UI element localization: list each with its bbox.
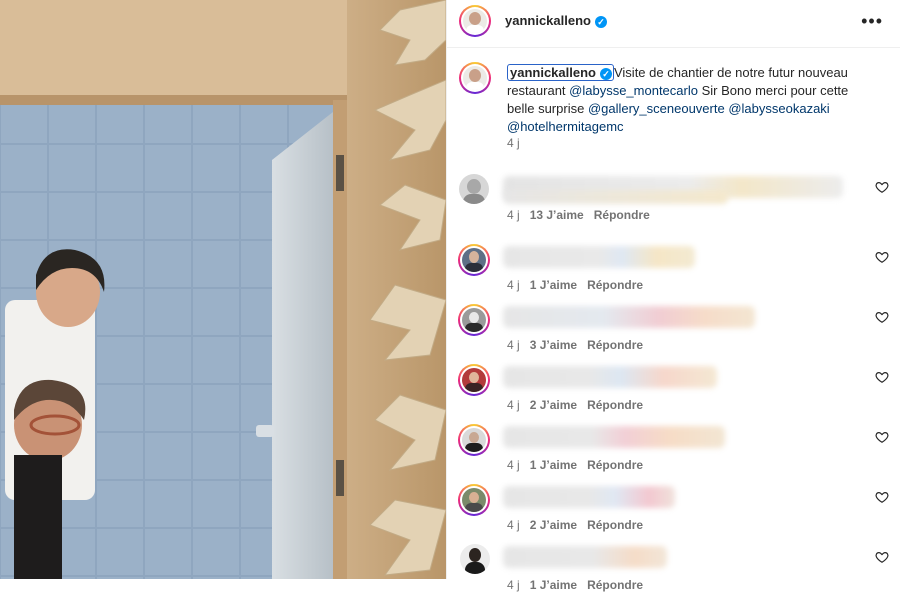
comment-item: 4 j 3 J’aime Répondre [447,304,900,364]
comment-avatar-photo [462,248,486,272]
mention-labysseokazaki[interactable]: @labysseokazaki [728,101,829,116]
comment-likes[interactable]: 1 J’aime [530,278,577,292]
comment-time: 4 j [507,208,520,222]
post-caption: yannickalleno ✓ Visite de chantier de notr… [507,64,867,136]
reply-button[interactable]: Répondre [587,398,643,412]
comment-text-blurred [503,306,755,328]
comment-time: 4 j [507,458,520,472]
like-heart-icon[interactable] [875,180,889,194]
comment-time: 4 j [507,578,520,592]
verified-badge-icon: ✓ [594,16,607,28]
comment-avatar-photo [462,428,486,452]
comment-time: 4 j [507,338,520,352]
caption-verified-badge-icon: ✓ [599,68,612,80]
comment-item: 4 j 2 J’aime Répondre [447,484,900,544]
reply-button[interactable]: Répondre [587,578,643,592]
caption-username-link[interactable]: yannickalleno ✓ [507,64,614,81]
comment-text-blurred [503,546,667,568]
comment-likes[interactable]: 1 J’aime [530,578,577,592]
comment-avatar[interactable] [458,244,490,276]
author-username-link[interactable]: yannickalleno ✓ [505,13,607,28]
comment-item: 4 j 1 J’aime Répondre [447,544,900,604]
post-photo [0,0,446,579]
caption-username: yannickalleno [510,65,596,80]
comment-time: 4 j [507,518,520,532]
comment-item: 4 j 1 J’aime Répondre [447,244,900,304]
like-heart-icon[interactable] [875,310,889,324]
comment-meta: 4 j 13 J’aime Répondre [507,208,650,222]
comment-meta: 4 j 2 J’aime Répondre [507,398,643,412]
like-heart-icon[interactable] [875,250,889,264]
comment-text-blurred [503,426,725,448]
mention-labysse-montecarlo[interactable]: @labysse_montecarlo [569,83,698,98]
comment-avatar-photo [462,308,486,332]
comment-text-blurred [503,486,675,508]
comment-text-blurred [503,246,695,268]
comment-avatar-photo [462,368,486,392]
comment-time: 4 j [507,278,520,292]
comment-meta: 4 j 3 J’aime Répondre [507,338,643,352]
comment-likes[interactable]: 2 J’aime [530,398,577,412]
like-heart-icon[interactable] [875,490,889,504]
comment-item: 4 j 1 J’aime Répondre [447,424,900,484]
comment-text-blurred [503,366,717,388]
more-options-icon[interactable]: ••• [861,11,883,32]
post-side-panel: yannickalleno ✓ ••• yannickalleno ✓ Visite … [446,0,900,592]
caption-timestamp: 4 j [507,136,520,150]
like-heart-icon[interactable] [875,370,889,384]
comment-item: 4 j 13 J’aime Répondre [447,174,900,234]
post-header: yannickalleno ✓ ••• [447,0,900,48]
comment-meta: 4 j 1 J’aime Répondre [507,278,643,292]
mention-hotelhermitagemc[interactable]: @hotelhermitagemc [507,119,624,134]
comment-likes[interactable]: 2 J’aime [530,518,577,532]
reply-button[interactable]: Répondre [594,208,650,222]
reply-button[interactable]: Répondre [587,458,643,472]
comment-avatar[interactable] [460,544,490,574]
comment-avatar[interactable] [458,484,490,516]
comment-text-blurred-line2 [503,190,728,204]
reply-button[interactable]: Répondre [587,278,643,292]
reply-button[interactable]: Répondre [587,338,643,352]
comment-meta: 4 j 2 J’aime Répondre [507,518,643,532]
comment-likes[interactable]: 13 J’aime [530,208,584,222]
comment-time: 4 j [507,398,520,412]
comment-likes[interactable]: 3 J’aime [530,338,577,352]
author-avatar-photo [463,9,487,33]
comment-likes[interactable]: 1 J’aime [530,458,577,472]
like-heart-icon[interactable] [875,430,889,444]
comment-avatar[interactable] [458,424,490,456]
reply-button[interactable]: Répondre [587,518,643,532]
comment-avatar[interactable] [458,304,490,336]
comment-item: 4 j 2 J’aime Répondre [447,364,900,424]
author-avatar[interactable] [459,5,491,37]
comment-avatar[interactable] [458,364,490,396]
comment-avatar[interactable] [459,174,489,204]
mention-gallery-sceneouverte[interactable]: @gallery_sceneouverte [588,101,725,116]
comment-meta: 4 j 1 J’aime Répondre [507,458,643,472]
comment-meta: 4 j 1 J’aime Répondre [507,578,643,592]
caption-author-avatar[interactable] [459,62,491,94]
like-heart-icon[interactable] [875,550,889,564]
author-username: yannickalleno [505,13,591,28]
comment-avatar-photo [462,488,486,512]
caption-avatar-photo [463,66,487,90]
